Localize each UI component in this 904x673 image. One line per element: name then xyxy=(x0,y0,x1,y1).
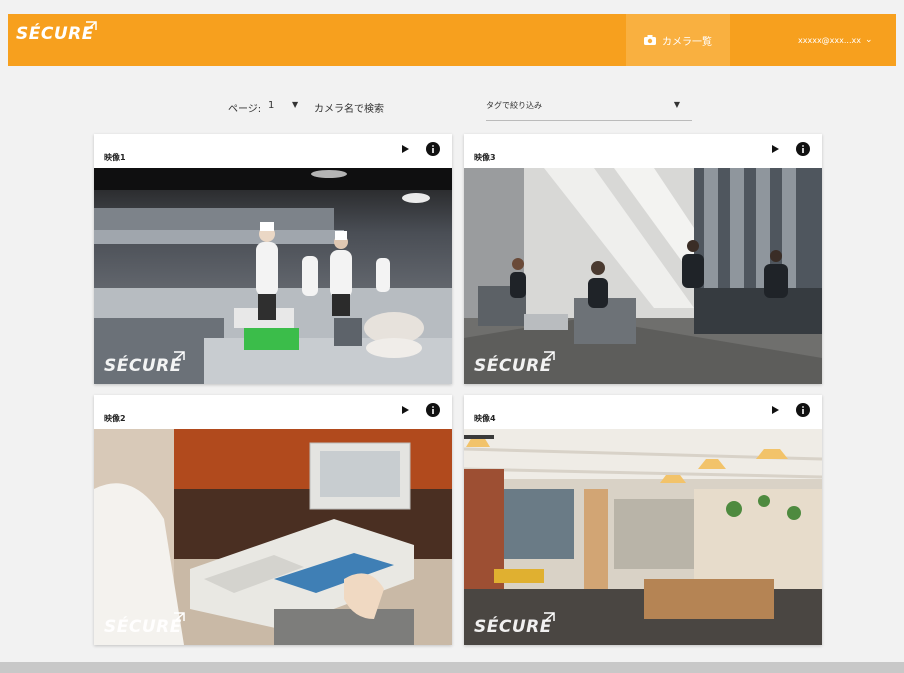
watermark-mark-icon xyxy=(544,351,555,361)
watermark-mark-icon xyxy=(174,612,185,622)
register-scene-image xyxy=(94,429,452,645)
user-email: xxxxx@xxx...xx xyxy=(798,35,861,45)
camera-card[interactable]: 映像1 SÉCURE xyxy=(94,134,452,384)
chevron-down-icon: ⌄ xyxy=(864,35,873,45)
filter-bar: ページ: 1 ▼ カメラ名で検索 タグで絞り込み ▼ xyxy=(0,92,904,121)
camera-title: 映像4 xyxy=(474,414,496,423)
info-icon[interactable] xyxy=(796,142,810,156)
cafe-scene-image xyxy=(464,429,822,645)
camera-card-header: 映像3 xyxy=(464,134,822,168)
play-icon[interactable] xyxy=(770,144,780,154)
watermark: SÉCURE xyxy=(474,351,555,376)
play-icon[interactable] xyxy=(400,405,410,415)
watermark-text: SÉCURE xyxy=(474,356,552,376)
lounge-scene-image xyxy=(464,168,822,384)
play-icon[interactable] xyxy=(400,144,410,154)
page-label: ページ: xyxy=(228,104,262,115)
footer-bar xyxy=(0,662,904,673)
watermark: SÉCURE xyxy=(104,351,185,376)
camera-list-tab[interactable]: カメラ一覧 xyxy=(626,14,730,66)
camera-card-header: 映像4 xyxy=(464,395,822,429)
info-icon[interactable] xyxy=(426,142,440,156)
page-select-arrow-icon[interactable]: ▼ xyxy=(292,100,298,109)
camera-card-header: 映像2 xyxy=(94,395,452,429)
camera-feed-image[interactable]: SÉCURE xyxy=(94,429,452,645)
camera-search-input[interactable]: カメラ名で検索 xyxy=(314,100,384,115)
watermark-mark-icon xyxy=(544,612,555,622)
camera-icon xyxy=(644,35,656,45)
camera-card[interactable]: 映像4 SÉCURE xyxy=(464,395,822,645)
camera-title: 映像2 xyxy=(104,414,126,423)
camera-list-label: カメラ一覧 xyxy=(662,36,712,48)
watermark-text: SÉCURE xyxy=(474,617,552,637)
info-icon[interactable] xyxy=(796,403,810,417)
app-header: SÉCURE カメラ一覧 xxxxx@xxx...xx ⌄ xyxy=(8,14,896,66)
camera-card[interactable]: 映像2 SÉCURE xyxy=(94,395,452,645)
tag-filter-placeholder: タグで絞り込み xyxy=(486,101,542,110)
camera-feed-image[interactable]: SÉCURE xyxy=(94,168,452,384)
camera-card-header: 映像1 xyxy=(94,134,452,168)
camera-title: 映像1 xyxy=(104,153,126,162)
logo-mark-icon xyxy=(86,21,97,31)
camera-feed-image[interactable]: SÉCURE xyxy=(464,168,822,384)
camera-feed-image[interactable]: SÉCURE xyxy=(464,429,822,645)
page-select[interactable]: 1 xyxy=(268,100,274,111)
user-menu[interactable]: xxxxx@xxx...xx ⌄ xyxy=(798,14,873,66)
watermark-mark-icon xyxy=(174,351,185,361)
kitchen-scene-image xyxy=(94,168,452,384)
camera-card[interactable]: 映像3 SÉCURE xyxy=(464,134,822,384)
watermark-text: SÉCURE xyxy=(104,356,182,376)
watermark: SÉCURE xyxy=(474,612,555,637)
info-icon[interactable] xyxy=(426,403,440,417)
logo[interactable]: SÉCURE xyxy=(16,21,97,44)
tag-filter-select[interactable]: タグで絞り込み ▼ xyxy=(486,100,692,121)
watermark-text: SÉCURE xyxy=(104,617,182,637)
camera-title: 映像3 xyxy=(474,153,496,162)
watermark: SÉCURE xyxy=(104,612,185,637)
tag-filter-arrow-icon: ▼ xyxy=(673,100,680,109)
play-icon[interactable] xyxy=(770,405,780,415)
logo-text: SÉCURE xyxy=(16,24,94,44)
